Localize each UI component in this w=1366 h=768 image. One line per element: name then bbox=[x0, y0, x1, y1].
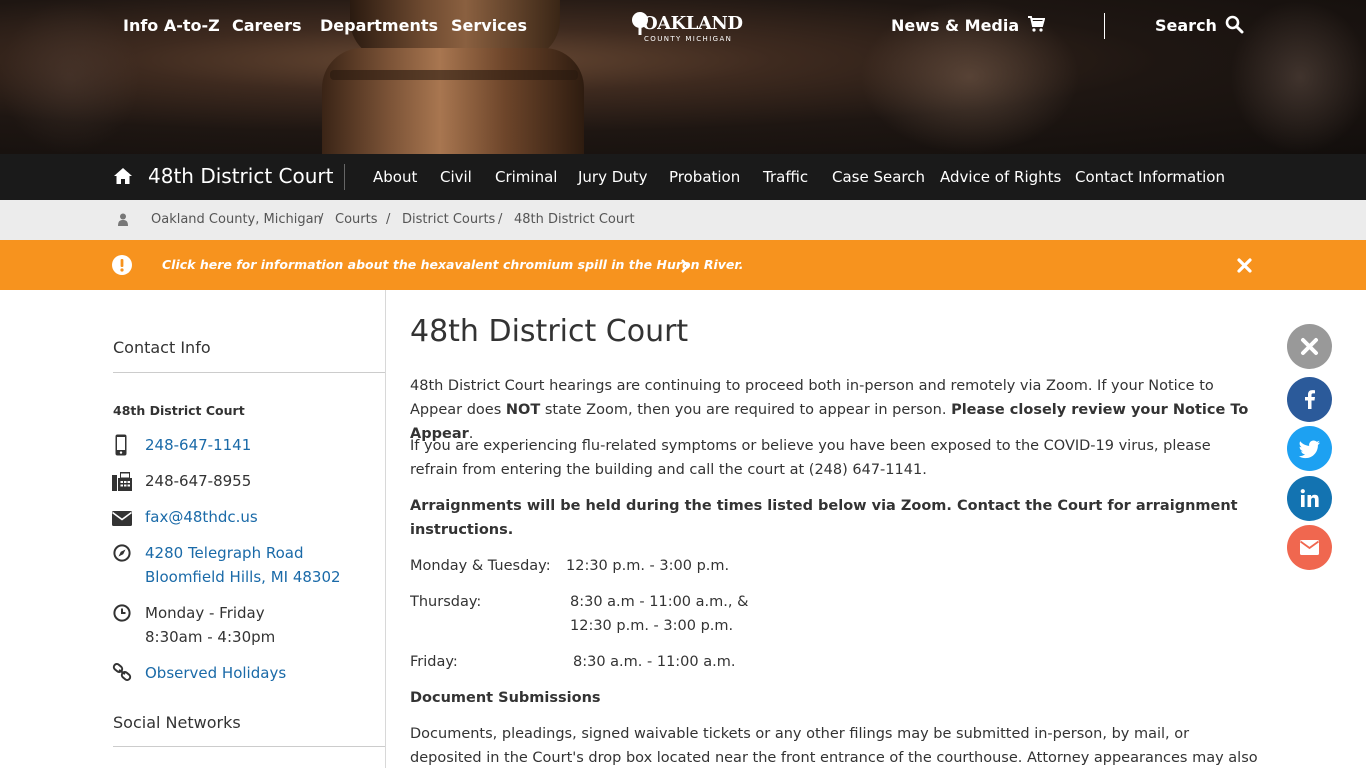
court-nav-civil[interactable]: Civil bbox=[440, 168, 472, 186]
arraignment-paragraph: Arraignments will be held during the tim… bbox=[410, 498, 1238, 538]
oakland-county-logo[interactable]: OAKLAND COUNTY MICHIGAN bbox=[628, 9, 743, 45]
home-icon[interactable] bbox=[113, 167, 133, 189]
schedule-mon-tue-time: 12:30 p.m. - 3:00 p.m. bbox=[566, 558, 730, 574]
covid-paragraph: If you are experiencing flu-related symp… bbox=[410, 438, 1211, 478]
phone-link[interactable]: 248-647-1141 bbox=[145, 433, 251, 457]
breadcrumb-separator: / bbox=[386, 212, 391, 227]
link-icon bbox=[112, 663, 132, 685]
schedule-thu-label: Thursday: bbox=[410, 594, 482, 610]
twitter-icon bbox=[1298, 440, 1320, 459]
hours-time: 8:30am - 4:30pm bbox=[145, 628, 276, 646]
compass-icon bbox=[113, 544, 131, 566]
nav-info-a-to-z[interactable]: Info A-to-Z bbox=[123, 16, 220, 35]
envelope-icon bbox=[112, 511, 132, 530]
facebook-share-button[interactable] bbox=[1287, 377, 1332, 422]
fax-icon bbox=[112, 472, 132, 496]
documents-paragraph: Documents, pleadings, signed waivable ti… bbox=[410, 726, 1258, 766]
linkedin-share-button[interactable] bbox=[1287, 476, 1332, 521]
top-navigation: Info A-to-Z Careers Departments Services… bbox=[0, 0, 1366, 52]
court-nav-case-search[interactable]: Case Search bbox=[832, 168, 925, 186]
search-icon[interactable] bbox=[1225, 15, 1244, 38]
alert-banner: Click here for information about the hex… bbox=[0, 240, 1366, 290]
gavel-image-head bbox=[322, 48, 584, 154]
nav-services[interactable]: Services bbox=[451, 16, 527, 35]
nav-departments[interactable]: Departments bbox=[320, 16, 438, 35]
contact-info-heading: Contact Info bbox=[113, 338, 211, 357]
mobile-phone-icon bbox=[115, 434, 127, 460]
schedule-thu-time2: 12:30 p.m. - 3:00 p.m. bbox=[570, 618, 734, 634]
schedule-mon-tue-label: Monday & Tuesday: bbox=[410, 558, 551, 574]
breadcrumb-separator: / bbox=[498, 212, 503, 227]
cart-icon[interactable] bbox=[1027, 15, 1046, 37]
address-line2[interactable]: Bloomfield Hills, MI 48302 bbox=[145, 565, 341, 589]
social-networks-heading: Social Networks bbox=[113, 713, 241, 732]
envelope-icon bbox=[1299, 540, 1320, 555]
email-share-button[interactable] bbox=[1287, 525, 1332, 570]
page-title: 48th District Court bbox=[410, 314, 689, 349]
court-navigation: 48th District Court About Civil Criminal… bbox=[0, 154, 1366, 200]
observed-holidays-link[interactable]: Observed Holidays bbox=[145, 661, 286, 685]
schedule-fri-time: 8:30 a.m. - 11:00 a.m. bbox=[573, 654, 736, 670]
breadcrumb-oakland-county[interactable]: Oakland County, Michigan bbox=[151, 212, 322, 227]
schedule-fri-label: Friday: bbox=[410, 654, 458, 670]
breadcrumb: Oakland County, Michigan / Courts / Dist… bbox=[0, 200, 1366, 240]
breadcrumb-current: 48th District Court bbox=[514, 212, 635, 227]
close-alert-icon[interactable] bbox=[1237, 258, 1252, 277]
court-title[interactable]: 48th District Court bbox=[148, 164, 333, 188]
court-nav-jury-duty[interactable]: Jury Duty bbox=[578, 168, 648, 186]
contact-org-name: 48th District Court bbox=[113, 403, 245, 418]
nav-search[interactable]: Search bbox=[1155, 16, 1217, 35]
document-submissions-heading: Document Submissions bbox=[410, 690, 601, 706]
court-nav-traffic[interactable]: Traffic bbox=[763, 168, 808, 186]
nav-divider bbox=[1104, 13, 1105, 39]
address-line1[interactable]: 4280 Telegraph Road bbox=[145, 541, 304, 565]
facebook-icon bbox=[1305, 390, 1315, 409]
court-nav-contact-information[interactable]: Contact Information bbox=[1075, 168, 1225, 186]
close-icon bbox=[1301, 338, 1318, 355]
sidebar: Contact Info 48th District Court 248-647… bbox=[0, 290, 386, 768]
email-link[interactable]: fax@48thdc.us bbox=[145, 505, 258, 529]
nav-careers[interactable]: Careers bbox=[232, 16, 302, 35]
breadcrumb-courts[interactable]: Courts bbox=[335, 212, 378, 227]
court-nav-advice-of-rights[interactable]: Advice of Rights bbox=[940, 168, 1061, 186]
court-nav-criminal[interactable]: Criminal bbox=[495, 168, 557, 186]
schedule-thu-time1: 8:30 a.m - 11:00 a.m., & bbox=[570, 594, 749, 610]
fax-number: 248-647-8955 bbox=[145, 472, 252, 490]
exclamation-icon bbox=[112, 255, 132, 279]
nav-news-media[interactable]: News & Media bbox=[891, 16, 1019, 35]
court-nav-probation[interactable]: Probation bbox=[669, 168, 740, 186]
main-content: 48th District Court 48th District Court … bbox=[410, 290, 1260, 768]
user-icon bbox=[118, 213, 128, 230]
close-share-button[interactable] bbox=[1287, 324, 1332, 369]
hours-days: Monday - Friday bbox=[145, 604, 265, 622]
court-nav-about[interactable]: About bbox=[373, 168, 417, 186]
breadcrumb-separator: / bbox=[319, 212, 324, 227]
linkedin-icon bbox=[1300, 489, 1319, 507]
twitter-share-button[interactable] bbox=[1287, 426, 1332, 471]
clock-icon bbox=[113, 604, 131, 626]
breadcrumb-district-courts[interactable]: District Courts bbox=[402, 212, 495, 227]
alert-link[interactable]: Click here for information about the hex… bbox=[162, 257, 744, 272]
hero-banner: Info A-to-Z Careers Departments Services… bbox=[0, 0, 1366, 154]
chevron-right-icon[interactable] bbox=[680, 258, 690, 277]
